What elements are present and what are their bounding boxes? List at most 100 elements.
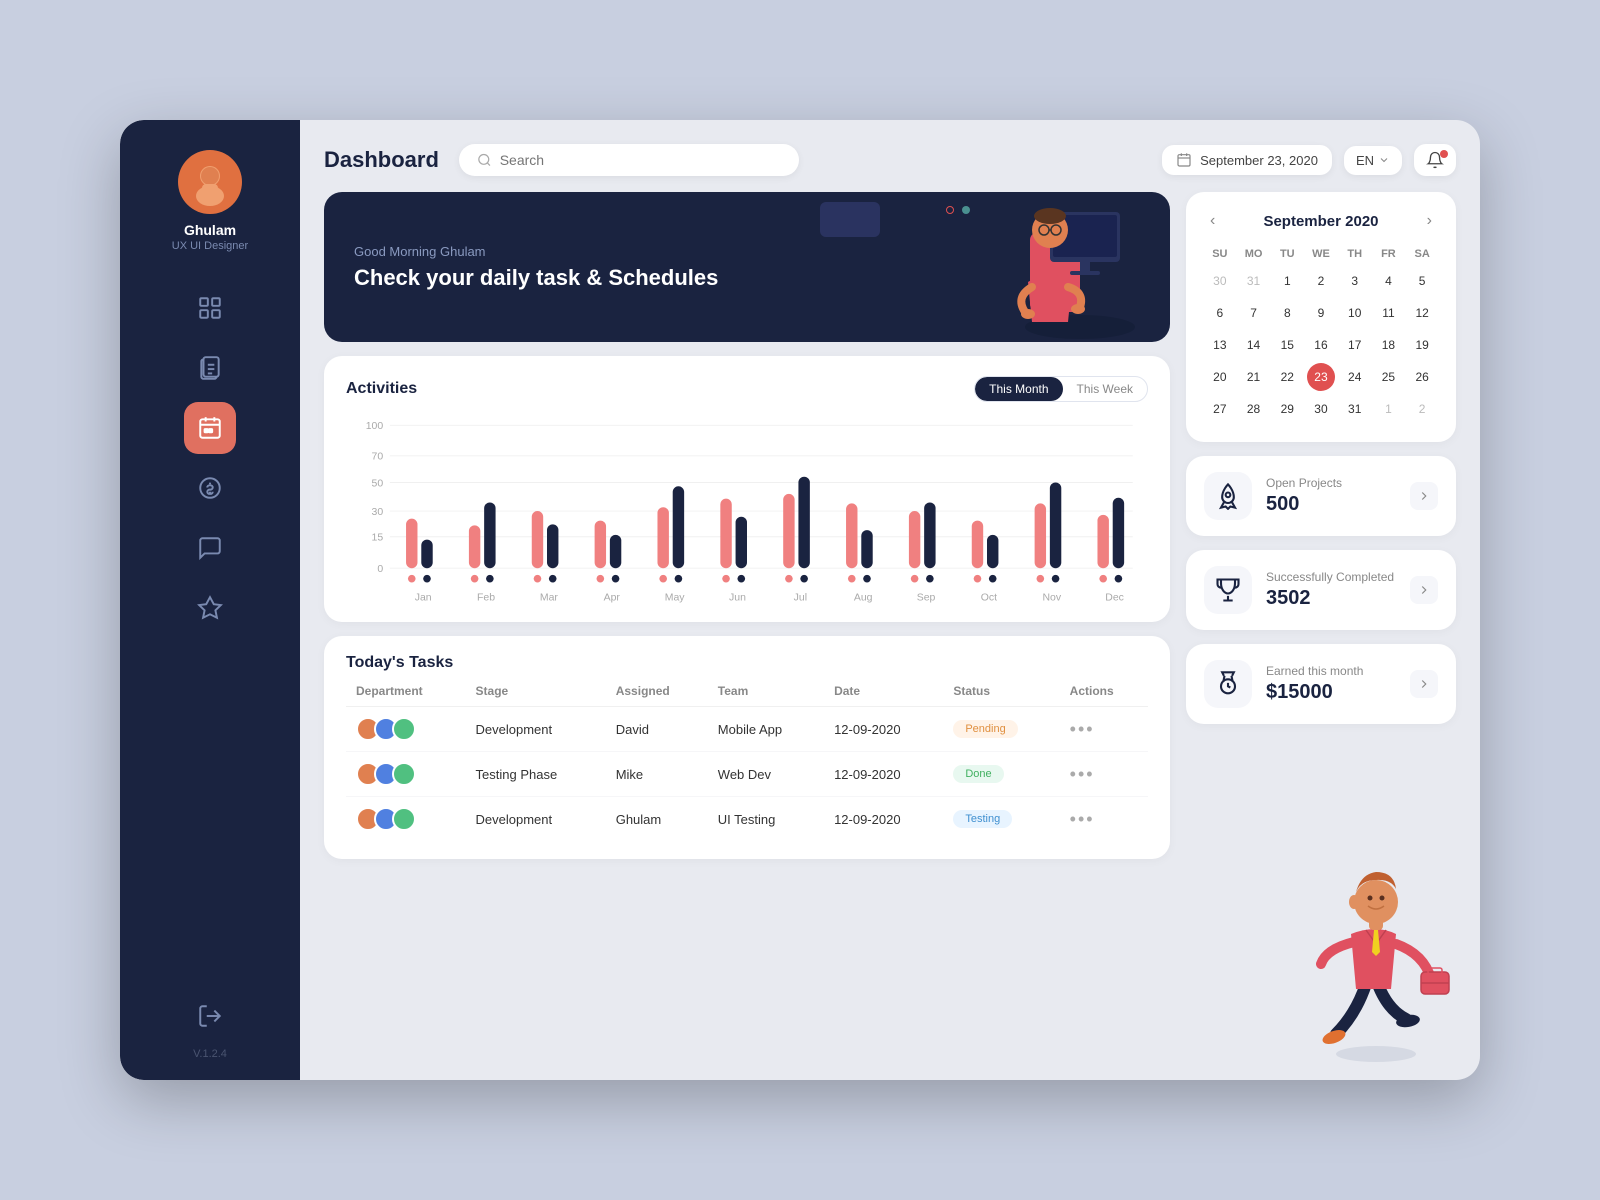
actions-menu-button[interactable]: •••: [1070, 764, 1095, 784]
svg-text:Oct: Oct: [981, 593, 997, 604]
actions-cell[interactable]: •••: [1060, 752, 1148, 797]
sidebar-item-finance[interactable]: [184, 462, 236, 514]
calendar-day[interactable]: 31: [1240, 267, 1268, 295]
calendar-day[interactable]: 28: [1240, 395, 1268, 423]
calendar-card: ‹ September 2020 › SUMOTUWETHFRSA3031123…: [1186, 192, 1456, 442]
calendar-day[interactable]: 2: [1307, 267, 1335, 295]
stage-cell: Testing Phase: [466, 752, 606, 797]
svg-text:15: 15: [372, 533, 384, 544]
trophy-icon: [1214, 576, 1242, 604]
rocket-icon: [1214, 482, 1242, 510]
calendar-day[interactable]: 12: [1408, 299, 1436, 327]
calendar-day[interactable]: 4: [1374, 267, 1402, 295]
toggle-month[interactable]: This Month: [975, 377, 1062, 401]
logout-button[interactable]: [184, 990, 236, 1042]
completed-label: Successfully Completed: [1266, 570, 1396, 584]
calendar-prev[interactable]: ‹: [1204, 210, 1221, 232]
svg-text:Apr: Apr: [604, 593, 621, 604]
sidebar-item-pages[interactable]: [184, 342, 236, 394]
calendar-day[interactable]: 1: [1273, 267, 1301, 295]
completed-value: 3502: [1266, 587, 1396, 610]
calendar-day[interactable]: 15: [1273, 331, 1301, 359]
search-input[interactable]: [500, 152, 781, 168]
page-title: Dashboard: [324, 147, 439, 173]
hero-banner: Good Morning Ghulam Check your daily tas…: [324, 192, 1170, 342]
calendar-header: ‹ September 2020 ›: [1204, 210, 1438, 232]
calendar-day[interactable]: 24: [1341, 363, 1369, 391]
hero-title: Check your daily task & Schedules: [354, 265, 734, 291]
calendar-day[interactable]: 3: [1341, 267, 1369, 295]
calendar-day[interactable]: 13: [1206, 331, 1234, 359]
open-projects-arrow[interactable]: [1410, 482, 1438, 510]
calendar-day[interactable]: 25: [1374, 363, 1402, 391]
sidebar-item-messages[interactable]: [184, 522, 236, 574]
calendar-day[interactable]: 7: [1240, 299, 1268, 327]
calendar-day[interactable]: 30: [1307, 395, 1335, 423]
calendar-day[interactable]: 11: [1374, 299, 1402, 327]
calendar-day[interactable]: 14: [1240, 331, 1268, 359]
col-status: Status: [943, 684, 1059, 707]
calendar-day[interactable]: 22: [1273, 363, 1301, 391]
calendar-day[interactable]: 5: [1408, 267, 1436, 295]
tasks-title: Today's Tasks: [346, 654, 1148, 672]
calendar-day[interactable]: 18: [1374, 331, 1402, 359]
col-actions: Actions: [1060, 684, 1148, 707]
calendar-day[interactable]: 8: [1273, 299, 1301, 327]
svg-text:May: May: [665, 593, 686, 604]
calendar-day[interactable]: 21: [1240, 363, 1268, 391]
stat-card-completed[interactable]: Successfully Completed 3502: [1186, 550, 1456, 630]
calendar-day[interactable]: 23: [1307, 363, 1335, 391]
completed-arrow[interactable]: [1410, 576, 1438, 604]
sidebar-item-calendar[interactable]: [184, 402, 236, 454]
calendar-day[interactable]: 1: [1374, 395, 1402, 423]
calendar-day[interactable]: 17: [1341, 331, 1369, 359]
actions-cell[interactable]: •••: [1060, 797, 1148, 842]
stage-cell: Development: [466, 707, 606, 752]
tasks-table: Department Stage Assigned Team Date Stat…: [346, 684, 1148, 841]
tasks-card: Today's Tasks Department Stage Assigned …: [324, 636, 1170, 859]
running-man-illustration: [1266, 834, 1480, 1064]
chevron-right-icon: [1417, 677, 1431, 691]
calendar-day[interactable]: 27: [1206, 395, 1234, 423]
calendar-day[interactable]: 29: [1273, 395, 1301, 423]
avatar: [178, 150, 242, 214]
stat-card-earned[interactable]: Earned this month $15000: [1186, 644, 1456, 724]
toggle-week[interactable]: This Week: [1063, 377, 1147, 401]
actions-cell[interactable]: •••: [1060, 707, 1148, 752]
main-content: Dashboard September 23, 2020: [300, 120, 1480, 1080]
sidebar-item-rewards[interactable]: [184, 582, 236, 634]
language-selector[interactable]: EN: [1344, 146, 1402, 175]
activities-title: Activities: [346, 380, 417, 398]
date-cell: 12-09-2020: [824, 752, 943, 797]
table-row: DevelopmentGhulamUI Testing12-09-2020Tes…: [346, 797, 1148, 842]
calendar-day[interactable]: 16: [1307, 331, 1335, 359]
actions-menu-button[interactable]: •••: [1070, 719, 1095, 739]
medal-icon: [1214, 670, 1242, 698]
earned-value: $15000: [1266, 681, 1396, 704]
dept-cell: [346, 797, 466, 842]
calendar-next[interactable]: ›: [1421, 210, 1438, 232]
calendar-day[interactable]: 6: [1206, 299, 1234, 327]
sidebar-item-dashboard[interactable]: [184, 282, 236, 334]
calendar-day[interactable]: 2: [1408, 395, 1436, 423]
svg-text:Dec: Dec: [1105, 593, 1124, 604]
calendar-day[interactable]: 26: [1408, 363, 1436, 391]
actions-menu-button[interactable]: •••: [1070, 809, 1095, 829]
notification-button[interactable]: [1414, 144, 1456, 176]
team-cell: UI Testing: [708, 797, 824, 842]
stat-card-open-projects[interactable]: Open Projects 500: [1186, 456, 1456, 536]
earned-arrow[interactable]: [1410, 670, 1438, 698]
search-bar[interactable]: [459, 144, 799, 176]
calendar-day[interactable]: 20: [1206, 363, 1234, 391]
calendar-day[interactable]: 9: [1307, 299, 1335, 327]
calendar-day[interactable]: 31: [1341, 395, 1369, 423]
calendar-day[interactable]: 30: [1206, 267, 1234, 295]
calendar-grid: SUMOTUWETHFRSA30311234567891011121314151…: [1204, 244, 1438, 424]
status-cell: Pending: [943, 707, 1059, 752]
lang-text: EN: [1356, 153, 1374, 168]
status-badge: Pending: [953, 720, 1017, 738]
date-text: September 23, 2020: [1200, 153, 1318, 168]
calendar-day[interactable]: 10: [1341, 299, 1369, 327]
calendar-day[interactable]: 19: [1408, 331, 1436, 359]
team-cell: Mobile App: [708, 707, 824, 752]
